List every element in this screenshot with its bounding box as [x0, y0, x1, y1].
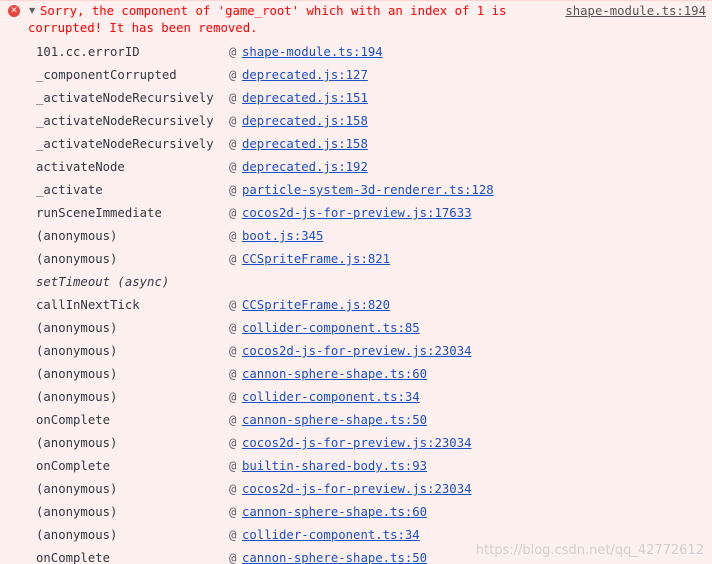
stack-frame-at: @ — [229, 551, 237, 564]
stack-frame: setTimeout (async) — [0, 271, 712, 294]
stack-frame: onComplete @ builtin-shared-body.ts:93 — [0, 455, 712, 478]
stack-frame-at: @ — [229, 183, 237, 197]
stack-frame: (anonymous) @ cannon-sphere-shape.ts:60 — [0, 501, 712, 524]
stack-frame-source-link[interactable]: builtin-shared-body.ts:93 — [242, 455, 427, 478]
watermark: https://blog.csdn.net/qq_42772612 — [475, 543, 704, 558]
stack-trace: 101.cc.errorID @ shape-module.ts:194 _compo… — [0, 41, 712, 564]
stack-frame-function: (anonymous) — [36, 367, 118, 381]
stack-frame-function: onComplete — [36, 413, 111, 427]
async-boundary-label: setTimeout (async) — [36, 275, 170, 289]
stack-frame-function: onComplete — [36, 551, 111, 564]
stack-frame-source-link[interactable]: cannon-sphere-shape.ts:50 — [242, 409, 427, 432]
stack-frame-source-link[interactable]: particle-system-3d-renderer.ts:128 — [242, 179, 494, 202]
stack-frame: (anonymous) @ collider-component.ts:34 — [0, 386, 712, 409]
stack-frame-function: _activateNodeRecursively — [36, 91, 214, 105]
stack-frame-function: _activateNodeRecursively — [36, 114, 214, 128]
stack-frame: 101.cc.errorID @ shape-module.ts:194 — [0, 41, 712, 64]
stack-frame-at: @ — [229, 436, 237, 450]
stack-frame-at: @ — [229, 160, 237, 174]
error-message: Sorry, the component of 'game_root' whic… — [28, 3, 540, 37]
stack-frame-at: @ — [229, 367, 237, 381]
stack-frame-at: @ — [229, 459, 237, 473]
stack-frame-at: @ — [229, 528, 237, 542]
stack-frame-function: (anonymous) — [36, 436, 118, 450]
error-icon: ✕ — [8, 5, 20, 17]
stack-frame-function: (anonymous) — [36, 229, 118, 243]
stack-frame: runSceneImmediate @ cocos2d-js-for-preview… — [0, 202, 712, 225]
stack-frame-at: @ — [229, 505, 237, 519]
stack-frame-function: onComplete — [36, 459, 111, 473]
stack-frame: (anonymous) @ collider-component.ts:85 — [0, 317, 712, 340]
stack-frame-function: activateNode — [36, 160, 125, 174]
stack-frame: _activate @ particle-system-3d-renderer.ts… — [0, 179, 712, 202]
stack-frame-at: @ — [229, 252, 237, 266]
stack-frame-source-link[interactable]: cannon-sphere-shape.ts:60 — [242, 501, 427, 524]
stack-frame-at: @ — [229, 45, 237, 59]
stack-frame-function: (anonymous) — [36, 252, 118, 266]
stack-frame: (anonymous) @ cocos2d-js-for-preview.js:23… — [0, 478, 712, 501]
stack-frame-source-link[interactable]: cocos2d-js-for-preview.js:23034 — [242, 340, 472, 363]
stack-frame-at: @ — [229, 206, 237, 220]
stack-frame-source-link[interactable]: CCSpriteFrame.js:821 — [242, 248, 390, 271]
stack-frame-source-link[interactable]: cannon-sphere-shape.ts:60 — [242, 363, 427, 386]
stack-frame: (anonymous) @ cocos2d-js-for-preview.js:23… — [0, 340, 712, 363]
stack-frame: (anonymous) @ boot.js:345 — [0, 225, 712, 248]
stack-frame-source-link[interactable]: collider-component.ts:34 — [242, 386, 420, 409]
stack-frame-source-link[interactable]: boot.js:345 — [242, 225, 323, 248]
stack-frame-at: @ — [229, 390, 237, 404]
stack-frame: _componentCorrupted @ deprecated.js:127 — [0, 64, 712, 87]
stack-frame-at: @ — [229, 91, 237, 105]
stack-frame: _activateNodeRecursively @ deprecated.js:1… — [0, 133, 712, 156]
stack-frame-function: (anonymous) — [36, 344, 118, 358]
stack-frame-function: (anonymous) — [36, 390, 118, 404]
stack-frame-source-link[interactable]: shape-module.ts:194 — [242, 41, 383, 64]
stack-frame-function: (anonymous) — [36, 482, 118, 496]
stack-frame-source-link[interactable]: cannon-sphere-shape.ts:50 — [242, 547, 427, 564]
stack-frame-at: @ — [229, 229, 237, 243]
stack-frame-source-link[interactable]: cocos2d-js-for-preview.js:23034 — [242, 432, 472, 455]
stack-frame-source-link[interactable]: cocos2d-js-for-preview.js:17633 — [242, 202, 472, 225]
expand-triangle-icon[interactable]: ▼ — [29, 6, 35, 15]
stack-frame: _activateNodeRecursively @ deprecated.js:1… — [0, 110, 712, 133]
stack-frame-function: 101.cc.errorID — [36, 45, 140, 59]
stack-frame-function: _componentCorrupted — [36, 68, 177, 82]
stack-frame-at: @ — [229, 298, 237, 312]
stack-frame-function: (anonymous) — [36, 528, 118, 542]
stack-frame-source-link[interactable]: collider-component.ts:85 — [242, 317, 420, 340]
stack-frame-at: @ — [229, 344, 237, 358]
stack-frame-function: _activate — [36, 183, 103, 197]
stack-frame: (anonymous) @ CCSpriteFrame.js:821 — [0, 248, 712, 271]
stack-frame-at: @ — [229, 413, 237, 427]
stack-frame-source-link[interactable]: CCSpriteFrame.js:820 — [242, 294, 390, 317]
stack-frame-at: @ — [229, 137, 237, 151]
stack-frame-source-link[interactable]: deprecated.js:127 — [242, 64, 368, 87]
error-message-line-2: corrupted! It has been removed. — [28, 21, 258, 35]
console-error-panel: ✕ ▼ Sorry, the component of 'game_root' … — [0, 0, 712, 564]
stack-frame-function: runSceneImmediate — [36, 206, 162, 220]
stack-frame-at: @ — [229, 68, 237, 82]
stack-frame-source-link[interactable]: deprecated.js:192 — [242, 156, 368, 179]
error-message-line-1: Sorry, the component of 'game_root' whic… — [40, 4, 507, 18]
stack-frame: (anonymous) @ cocos2d-js-for-preview.js:23… — [0, 432, 712, 455]
stack-frame-source-link[interactable]: deprecated.js:158 — [242, 110, 368, 133]
stack-frame-function: callInNextTick — [36, 298, 140, 312]
stack-frame-function: (anonymous) — [36, 505, 118, 519]
stack-frame: onComplete @ cannon-sphere-shape.ts:50 — [0, 409, 712, 432]
error-message-row[interactable]: ✕ ▼ Sorry, the component of 'game_root' … — [0, 1, 712, 37]
stack-frame-source-link[interactable]: deprecated.js:158 — [242, 133, 368, 156]
stack-frame: _activateNodeRecursively @ deprecated.js:1… — [0, 87, 712, 110]
stack-frame-function: (anonymous) — [36, 321, 118, 335]
stack-frame-source-link[interactable]: deprecated.js:151 — [242, 87, 368, 110]
stack-frame-at: @ — [229, 321, 237, 335]
stack-frame: activateNode @ deprecated.js:192 — [0, 156, 712, 179]
stack-frame-source-link[interactable]: collider-component.ts:34 — [242, 524, 420, 547]
stack-frame-at: @ — [229, 114, 237, 128]
stack-frame-function: _activateNodeRecursively — [36, 137, 214, 151]
stack-frame: callInNextTick @ CCSpriteFrame.js:820 — [0, 294, 712, 317]
stack-frame: (anonymous) @ cannon-sphere-shape.ts:60 — [0, 363, 712, 386]
stack-frame-source-link[interactable]: cocos2d-js-for-preview.js:23034 — [242, 478, 472, 501]
error-source-link[interactable]: shape-module.ts:194 — [565, 3, 706, 20]
stack-frame-at: @ — [229, 482, 237, 496]
